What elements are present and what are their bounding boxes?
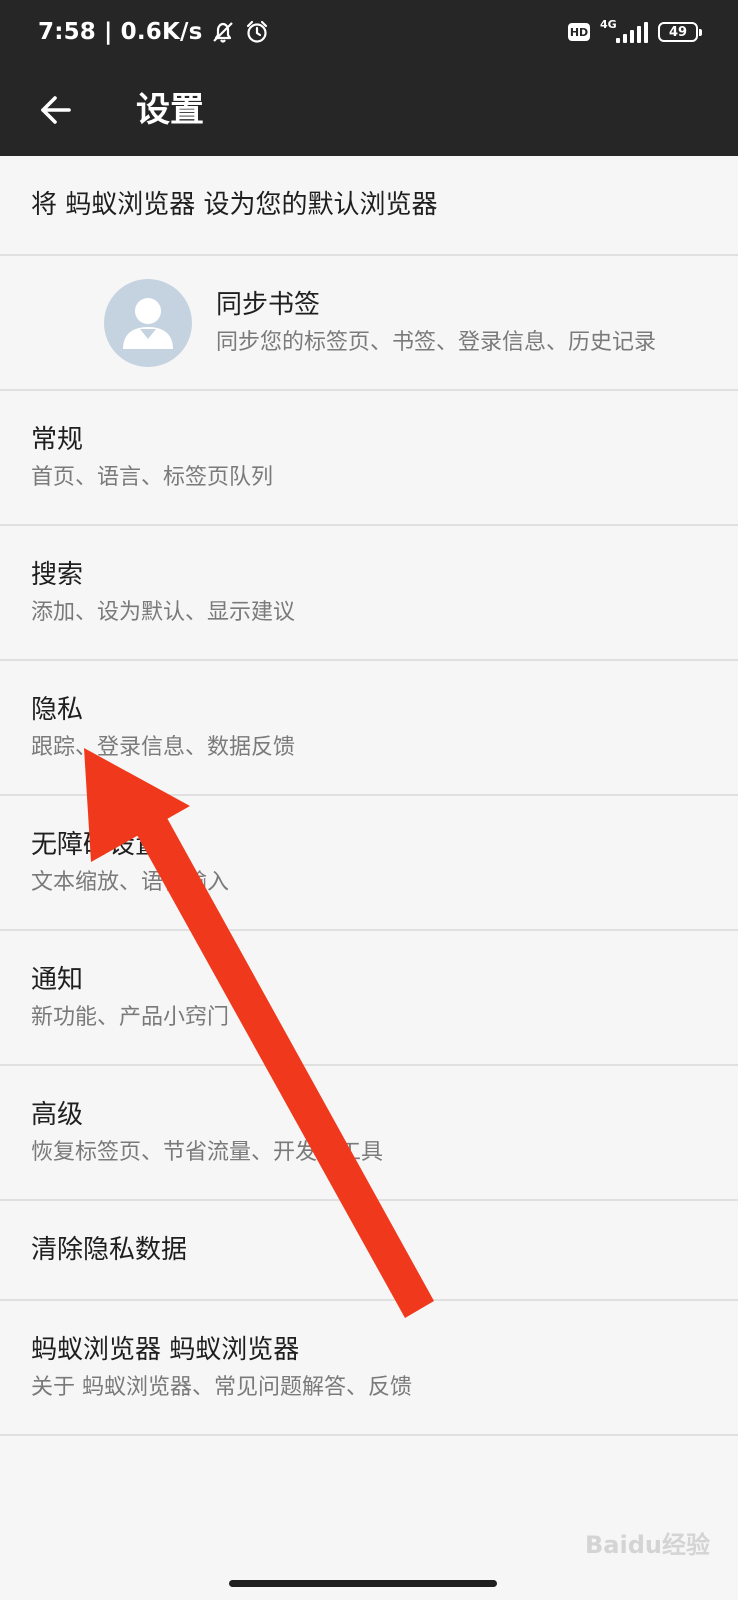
accessibility-settings-item[interactable]: 无障碍设置 文本缩放、语音输入 bbox=[0, 796, 738, 931]
baidu-watermark: Baidu经验 bbox=[585, 1531, 710, 1559]
status-right: HD 4G 49 bbox=[568, 18, 702, 46]
app-bar: 设置 bbox=[0, 64, 738, 156]
search-subtitle: 添加、设为默认、显示建议 bbox=[31, 599, 296, 625]
hd-icon: HD bbox=[568, 23, 590, 41]
sync-title: 同步书签 bbox=[215, 289, 320, 320]
search-title: 搜索 bbox=[31, 559, 84, 590]
notifications-subtitle: 新功能、产品小窍门 bbox=[31, 1004, 230, 1030]
alarm-icon bbox=[244, 19, 270, 45]
status-bar: 7:58 | 0.6K/s HD 4G 49 bbox=[0, 0, 738, 64]
accessibility-title: 无障碍设置 bbox=[31, 829, 162, 860]
battery-level: 49 bbox=[668, 24, 688, 40]
about-title: 蚂蚁浏览器 蚂蚁浏览器 bbox=[31, 1334, 300, 1365]
about-subtitle: 关于 蚂蚁浏览器、常见问题解答、反馈 bbox=[31, 1374, 412, 1400]
clear-data-title: 清除隐私数据 bbox=[31, 1235, 188, 1265]
default-browser-item[interactable]: 将 蚂蚁浏览器 设为您的默认浏览器 bbox=[0, 156, 738, 256]
status-separator: | bbox=[104, 19, 113, 45]
home-indicator[interactable] bbox=[229, 1580, 497, 1587]
network-type-label: 4G bbox=[600, 18, 617, 31]
about-item[interactable]: 蚂蚁浏览器 蚂蚁浏览器 关于 蚂蚁浏览器、常见问题解答、反馈 bbox=[0, 1301, 738, 1436]
advanced-title: 高级 bbox=[31, 1099, 84, 1130]
signal-icon: 4G bbox=[600, 19, 648, 45]
notifications-title: 通知 bbox=[31, 964, 84, 995]
back-button[interactable] bbox=[28, 82, 84, 138]
general-title: 常规 bbox=[31, 424, 84, 455]
privacy-title: 隐私 bbox=[31, 694, 84, 725]
clear-private-data-item[interactable]: 清除隐私数据 bbox=[0, 1201, 738, 1301]
notification-mute-icon bbox=[210, 19, 236, 45]
sync-text: 同步书签 同步您的标签页、书签、登录信息、历史记录 bbox=[216, 287, 656, 359]
privacy-subtitle: 跟踪、登录信息、数据反馈 bbox=[31, 734, 296, 760]
advanced-settings-item[interactable]: 高级 恢复标签页、节省流量、开发者工具 bbox=[0, 1066, 738, 1201]
advanced-subtitle: 恢复标签页、节省流量、开发者工具 bbox=[31, 1139, 384, 1165]
accessibility-subtitle: 文本缩放、语音输入 bbox=[31, 869, 230, 895]
privacy-settings-item[interactable]: 隐私 跟踪、登录信息、数据反馈 bbox=[0, 661, 738, 796]
arrow-left-icon bbox=[41, 96, 71, 124]
battery-icon: 49 bbox=[658, 22, 702, 42]
sync-bookmarks-item[interactable]: 同步书签 同步您的标签页、书签、登录信息、历史记录 bbox=[0, 256, 738, 391]
general-settings-item[interactable]: 常规 首页、语言、标签页队列 bbox=[0, 391, 738, 526]
status-time: 7:58 bbox=[38, 19, 97, 45]
network-speed: 0.6K/s bbox=[120, 19, 203, 45]
user-avatar-icon bbox=[103, 278, 192, 367]
general-subtitle: 首页、语言、标签页队列 bbox=[31, 464, 274, 490]
sync-subtitle: 同步您的标签页、书签、登录信息、历史记录 bbox=[215, 329, 656, 355]
signal-bars bbox=[616, 22, 648, 43]
status-left: 7:58 | 0.6K/s bbox=[38, 17, 270, 47]
default-browser-title: 将 蚂蚁浏览器 设为您的默认浏览器 bbox=[31, 190, 438, 220]
search-settings-item[interactable]: 搜索 添加、设为默认、显示建议 bbox=[0, 526, 738, 661]
notifications-settings-item[interactable]: 通知 新功能、产品小窍门 bbox=[0, 931, 738, 1066]
page-title: 设置 bbox=[136, 90, 204, 130]
settings-list: 将 蚂蚁浏览器 设为您的默认浏览器 同步书签 同步您的标签页、书签、登录信息、历… bbox=[0, 156, 738, 1436]
